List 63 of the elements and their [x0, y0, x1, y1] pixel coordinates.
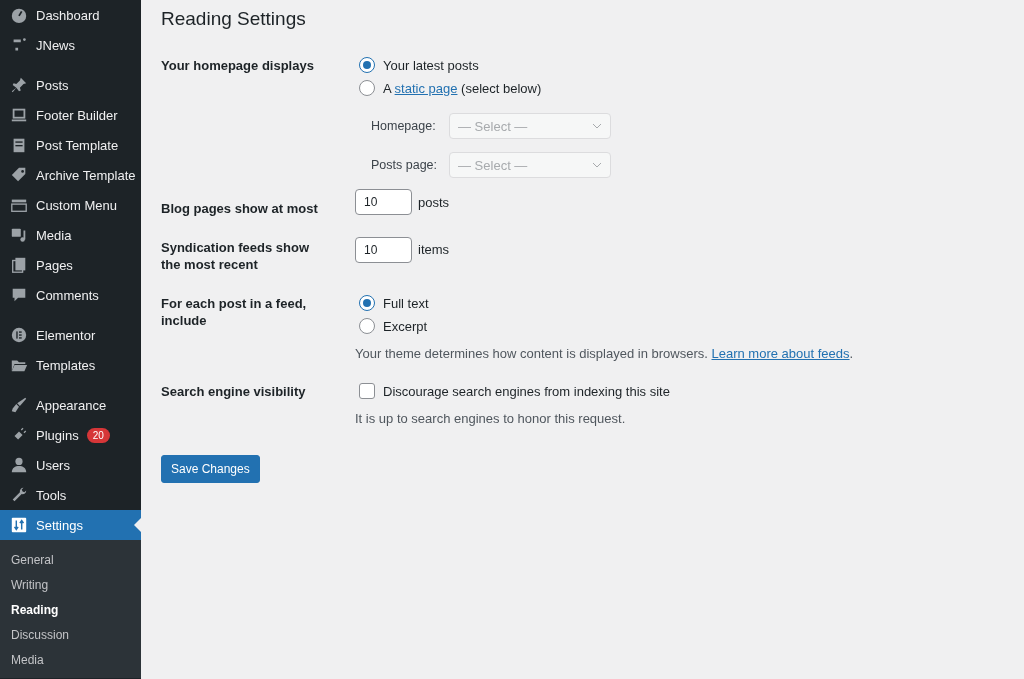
setting-label: Your homepage displays — [161, 57, 315, 75]
submenu-item[interactable]: Media — [0, 647, 141, 672]
submenu-item[interactable]: Writing — [0, 572, 141, 597]
select-label: Homepage: — [371, 119, 437, 133]
option-label: Full text — [383, 295, 429, 311]
chevron-icon — [592, 162, 602, 168]
menu-item[interactable]: Posts — [0, 70, 141, 100]
menu-item[interactable]: Media — [0, 220, 141, 250]
menu-icon — [10, 6, 28, 24]
menu-item[interactable]: Templates — [0, 350, 141, 380]
checkbox[interactable] — [359, 383, 375, 399]
description-text: Your theme determines how content is displayed in browsers. Learn more about feeds. — [355, 346, 855, 361]
option-label: Your latest posts — [383, 57, 479, 73]
menu-icon — [10, 226, 28, 244]
unit-label: items — [418, 242, 450, 257]
chevron-icon — [592, 123, 602, 129]
menu-icon — [10, 516, 28, 534]
menu-icon — [10, 396, 28, 414]
menu-item[interactable]: Plugins 20 — [0, 420, 141, 450]
radio-button[interactable] — [359, 57, 375, 73]
menu-item[interactable]: Settings — [0, 510, 141, 540]
page-title: Reading Settings — [161, 8, 307, 30]
menu-item[interactable]: JNews — [0, 30, 141, 60]
description-text: It is up to search engines to honor this request. — [355, 411, 627, 426]
setting-label: Search engine visibility — [161, 383, 307, 401]
save-button[interactable]: Save Changes — [161, 455, 260, 483]
menu-item[interactable]: Users — [0, 450, 141, 480]
radio-button[interactable] — [359, 295, 375, 311]
radio-button[interactable] — [359, 80, 375, 96]
menu-item[interactable]: Comments — [0, 280, 141, 310]
option-label: Excerpt — [383, 318, 428, 334]
menu-icon — [10, 456, 28, 474]
menu-item[interactable]: Footer Builder — [0, 100, 141, 130]
menu-icon — [10, 326, 28, 344]
radio-button[interactable] — [359, 318, 375, 334]
menu-icon — [10, 486, 28, 504]
select-label: Posts page: — [371, 158, 438, 172]
menu-item[interactable]: Post Template — [0, 130, 141, 160]
submenu-item[interactable]: General — [0, 547, 141, 572]
menu-item[interactable]: Dashboard — [0, 0, 141, 30]
menu-icon — [10, 76, 28, 94]
menu-icon — [10, 106, 28, 124]
menu-item[interactable]: Archive Template — [0, 160, 141, 190]
option-label: A static page (select below) — [383, 80, 542, 96]
menu-item[interactable]: Appearance — [0, 390, 141, 420]
menu-item[interactable]: Elementor — [0, 320, 141, 350]
menu-item[interactable]: Custom Menu — [0, 190, 141, 220]
learn-more-link[interactable]: Learn more about feeds — [711, 346, 850, 361]
submenu-item[interactable]: Discussion — [0, 622, 141, 647]
menu-item[interactable]: Pages — [0, 250, 141, 280]
unit-label: posts — [418, 194, 450, 210]
static-page-link[interactable]: static page — [394, 80, 458, 96]
count-badge: 20 — [86, 427, 110, 443]
checkbox-label: Discourage search engines from indexing this site — [383, 383, 670, 399]
submenu-item[interactable]: Reading — [0, 597, 141, 622]
setting-label: Syndication feeds show the most recent — [161, 239, 311, 273]
number-field[interactable]: 10 — [355, 236, 412, 263]
menu-item[interactable]: Tools — [0, 480, 141, 510]
setting-label: Blog pages show at most — [161, 200, 319, 217]
menu-icon — [10, 166, 28, 184]
menu-icon — [10, 256, 28, 274]
number-field[interactable]: 10 — [355, 189, 412, 215]
setting-label: For each post in a feed, include — [161, 295, 308, 330]
